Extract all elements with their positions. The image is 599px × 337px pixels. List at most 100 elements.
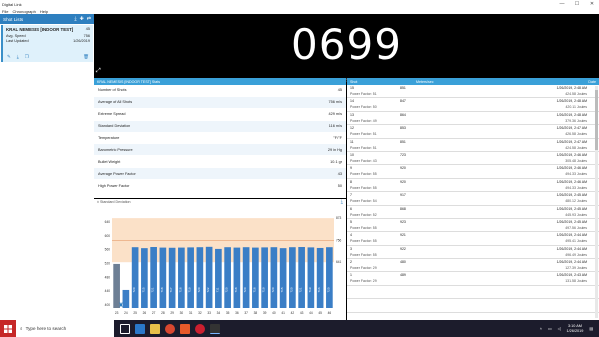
title-bar: Digital Link — ☐ ✕ — [0, 0, 599, 8]
shot-power-factor: Power Factor: 51 — [350, 132, 377, 137]
shot-number: 2 — [350, 260, 352, 265]
col-shot[interactable]: Shot — [350, 80, 416, 84]
network-icon[interactable]: ▭ — [548, 326, 552, 331]
bar-label: 711 — [215, 287, 219, 292]
stat-label: Standard Deviation — [98, 124, 131, 129]
clock[interactable]: 3:10 AM 1/26/2019 — [567, 324, 584, 333]
scroll-thumb[interactable] — [595, 90, 598, 150]
bar-label: 720 — [326, 287, 330, 292]
shot-velocity: 489 — [400, 273, 406, 278]
menu-chronograph[interactable]: Chronograph — [12, 9, 35, 14]
download-icon[interactable]: ⤓ — [74, 16, 76, 22]
shot-row[interactable]: 8 Power Factor: 55 920 1/26/2019, 2:46 A… — [347, 179, 599, 193]
shot-row[interactable]: 4 Power Factor: 55 921 1/26/2019, 2:44 A… — [347, 232, 599, 246]
edge-icon[interactable] — [135, 323, 145, 334]
x-tick-label: 32 — [198, 311, 202, 315]
bar-label: 720 — [243, 287, 247, 292]
bar — [141, 248, 148, 308]
volume-icon[interactable]: ◁ — [558, 326, 561, 331]
shot-row[interactable]: 13 Power Factor: 49 864 1/26/2019, 2:48 … — [347, 112, 599, 126]
shot-row[interactable] — [347, 299, 599, 313]
shot-power-factor: Power Factor: 50 — [350, 105, 377, 110]
folder-icon[interactable] — [150, 323, 160, 334]
expand-icon[interactable]: ⤢ — [96, 68, 101, 75]
shot-list-card[interactable]: KRAL NEMESIS [INDOOR TEST] 45 Avg. Speed… — [1, 25, 93, 62]
menu-file[interactable]: File — [2, 9, 8, 14]
bar — [178, 247, 185, 308]
shot-velocity: 480 — [400, 260, 406, 265]
sidebar-header: Shot Lists ⤓ ✚ ⇄ — [0, 14, 94, 24]
shot-velocity: 851 — [400, 139, 406, 144]
delete-icon[interactable]: 🗑 — [83, 54, 89, 60]
x-tick-label: 44 — [309, 311, 313, 315]
chrome-icon[interactable] — [165, 323, 175, 334]
notifications-icon[interactable]: ▤ — [589, 326, 593, 331]
swap-icon[interactable]: ⇄ — [87, 16, 91, 22]
shot-number: 5 — [350, 219, 352, 224]
minimize-button[interactable]: — — [555, 0, 569, 8]
tray-arrow-icon[interactable]: ˄ — [540, 327, 542, 331]
right-axis-label: 641 — [336, 260, 342, 264]
shot-power-factor: Power Factor: 55 — [350, 239, 377, 244]
close-button[interactable]: ✕ — [585, 0, 599, 8]
shot-row[interactable]: 10 Power Factor: 43 723 1/26/2019, 2:46 … — [347, 152, 599, 166]
x-tick-label: 27 — [152, 311, 156, 315]
x-tick-label: 28 — [161, 311, 165, 315]
start-button[interactable] — [0, 320, 16, 337]
shot-row[interactable]: 11 Power Factor: 51 851 1/26/2019, 2:47 … — [347, 139, 599, 152]
bar — [113, 263, 120, 308]
clock-time: 3:10 AM — [567, 324, 582, 328]
shot-velocity: 723 — [400, 152, 406, 157]
shot-row[interactable]: 9 Power Factor: 55 920 1/26/2019, 2:46 A… — [347, 165, 599, 179]
shot-number: 4 — [350, 233, 352, 238]
shot-row[interactable]: 2 Power Factor: 29 480 1/26/2019, 2:44 A… — [347, 259, 599, 273]
digital-link-icon[interactable] — [210, 323, 220, 334]
bar — [205, 246, 213, 308]
stat-row: Temperature °F/°F — [94, 133, 346, 145]
add-icon[interactable]: ✚ — [80, 16, 84, 22]
shot-velocity: 917 — [400, 193, 406, 198]
stat-value: 10.1 gr — [330, 159, 342, 164]
shot-power-factor: Power Factor: 55 — [350, 252, 377, 257]
bar-label: 720 — [271, 287, 275, 292]
shot-row[interactable]: 7 Power Factor: 54 917 1/26/2019, 2:45 A… — [347, 192, 599, 206]
maximize-button[interactable]: ☐ — [570, 0, 584, 8]
menu-help[interactable]: Help — [40, 9, 48, 14]
shots-header: Shot Meters/sec Date — [347, 78, 599, 85]
shot-row[interactable]: 6 Power Factor: 52 868 1/26/2019, 2:45 A… — [347, 206, 599, 219]
velocity-display: 0699 Meters/Second — [94, 14, 599, 83]
shot-row[interactable] — [347, 286, 599, 300]
shot-date: 1/26/2019, 2:45 AM — [556, 206, 587, 211]
col-date[interactable]: Date — [588, 80, 596, 84]
opera-icon[interactable] — [195, 323, 205, 334]
brave-icon[interactable] — [180, 323, 190, 334]
taskbar-search[interactable]: ⌕ Type here to search — [16, 320, 114, 337]
y-tick-label: 440 — [105, 289, 111, 293]
shot-row[interactable]: 5 Power Factor: 55 923 1/26/2019, 2:45 A… — [347, 219, 599, 233]
copy-icon[interactable]: ❐ — [25, 54, 29, 60]
shot-row[interactable]: 12 Power Factor: 51 853 1/26/2019, 2:47 … — [347, 125, 599, 139]
stat-row: Extreme Spread 429 m/s — [94, 109, 346, 121]
shot-velocity: 851 — [400, 86, 406, 90]
shot-row[interactable]: 3 Power Factor: 55 922 1/26/2019, 2:44 A… — [347, 246, 599, 260]
bar-label: 718 — [160, 287, 164, 292]
y-tick-label: 600 — [105, 234, 111, 238]
chart-panel: ± Standard Deviation ⤓ 23 24 720 25 715 26 721… — [94, 199, 346, 320]
task-view-icon[interactable] — [120, 323, 130, 334]
shot-row[interactable]: 15 Power Factor: 51 851 1/26/2019, 2:48 … — [347, 85, 599, 99]
shot-number: 6 — [350, 206, 352, 211]
shot-energy: 420.11 Joules — [565, 105, 587, 110]
window-title: Digital Link — [2, 1, 22, 7]
bar — [316, 247, 324, 308]
shot-row[interactable]: 14 Power Factor: 50 847 1/26/2019, 2:48 … — [347, 98, 599, 112]
col-velocity[interactable]: Meters/sec — [416, 80, 434, 84]
shot-energy: 480.12 Joules — [565, 199, 587, 204]
x-tick-label: 37 — [244, 311, 248, 315]
shot-row[interactable]: 1 Power Factor: 29 489 1/26/2019, 2:43 A… — [347, 272, 599, 286]
export-icon[interactable]: ⤓ — [17, 54, 19, 60]
edit-icon[interactable]: ✎ — [7, 54, 11, 60]
shot-velocity: 923 — [400, 219, 406, 224]
shots-scrollbar[interactable] — [595, 86, 598, 318]
shot-power-factor: Power Factor: 51 — [350, 92, 377, 96]
stat-label: Average of All Shots — [98, 100, 133, 105]
